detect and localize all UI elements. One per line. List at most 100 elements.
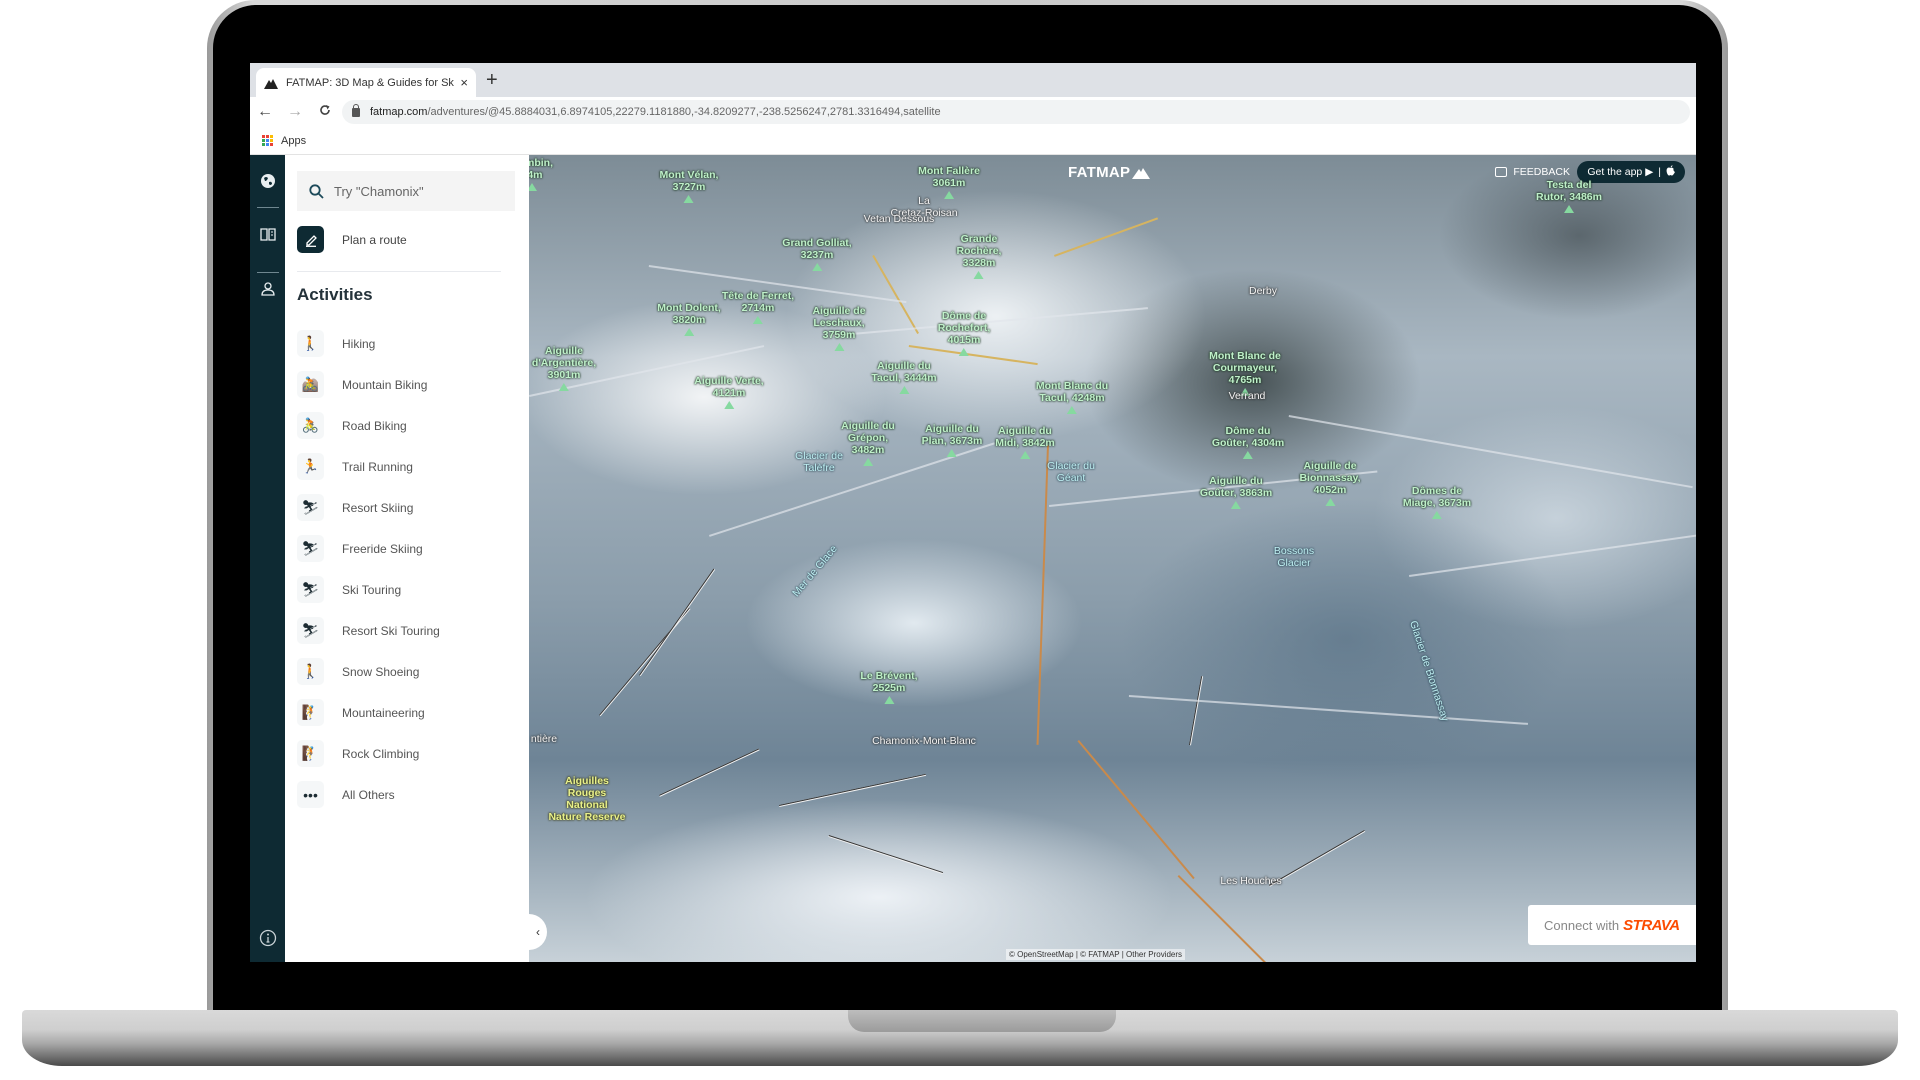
address-bar[interactable]: fatmap.com/adventures/@45.8884031,6.8974…	[342, 100, 1690, 124]
peak-name: Mont Dolent, 3820m	[657, 302, 721, 326]
reload-button[interactable]	[310, 103, 340, 121]
trail-line	[1177, 875, 1293, 962]
peak-label[interactable]: Aiguille de Leschaux, 3759m	[812, 305, 866, 351]
globe-icon[interactable]	[259, 172, 277, 190]
peak-label[interactable]: Dôme de Rochefort, 4015m	[938, 310, 990, 356]
town-label[interactable]: Les Houches	[1220, 875, 1281, 887]
activity-item[interactable]: ••• All Others	[297, 774, 440, 815]
feedback-label: FEEDBACK	[1513, 166, 1570, 178]
activity-item[interactable]: 🚴 Road Biking	[297, 405, 440, 446]
trail-line	[1036, 444, 1049, 745]
activity-label: Ski Touring	[342, 582, 402, 597]
peak-label[interactable]: Testa del Rutor, 3486m	[1536, 179, 1602, 213]
forward-button[interactable]: →	[280, 103, 310, 121]
glacier-label[interactable]: Glacier de Bionnassay	[1407, 619, 1451, 723]
peak-triangle-icon	[899, 386, 909, 394]
peak-label[interactable]: Grande Rochère, 3328m	[957, 233, 1001, 279]
tab-close-icon[interactable]: ×	[460, 75, 468, 90]
hiking-icon: 🚶	[297, 330, 324, 357]
get-app-separator: |	[1658, 166, 1661, 178]
peak-label[interactable]: Aiguille du Goûter, 3863m	[1200, 475, 1272, 509]
fatmap-favicon-icon	[264, 78, 278, 89]
ski-lift-line	[639, 568, 716, 677]
peak-label[interactable]: Aiguille de Bionnassay, 4052m	[1299, 460, 1361, 506]
glacier-label[interactable]: Bossons Glacier	[1274, 545, 1314, 569]
peak-label[interactable]: Dômes de Miage, 3673m	[1403, 485, 1471, 519]
nature-reserve-label[interactable]: Aiguilles Rouges National Nature Reserve	[548, 775, 625, 823]
activity-item[interactable]: 🏃 Trail Running	[297, 446, 440, 487]
peak-label[interactable]: Le Brévent, 2525m	[860, 670, 918, 704]
activity-item[interactable]: 🧗 Mountaineering	[297, 692, 440, 733]
browser-window: FATMAP: 3D Map & Guides for Sk × + ← → f…	[250, 63, 1696, 962]
peak-label[interactable]: Aiguille du Tacul, 3444m	[871, 360, 937, 394]
town-label[interactable]: Derby	[1249, 285, 1277, 297]
activity-item[interactable]: ⛷ Resort Ski Touring	[297, 610, 440, 651]
activity-item[interactable]: ⛷ Ski Touring	[297, 569, 440, 610]
tab-title: FATMAP: 3D Map & Guides for Sk	[286, 76, 454, 89]
nav-rail	[250, 155, 285, 962]
peak-label[interactable]: Mont Blanc du Tacul, 4248m	[1036, 380, 1108, 414]
peak-name: Mont Blanc de Courmayeur, 4765m	[1209, 350, 1281, 386]
peak-label[interactable]: Grand Golliat, 3237m	[782, 237, 852, 271]
peak-triangle-icon	[1020, 451, 1030, 459]
search-input[interactable]	[334, 183, 494, 199]
peak-triangle-icon	[1324, 498, 1335, 506]
glacier-label[interactable]: Glacier de Talèfre	[795, 450, 843, 474]
glacier-label[interactable]: Glacier du Géant	[1047, 460, 1095, 484]
info-icon[interactable]	[259, 929, 277, 947]
peak-label[interactable]: Aiguille Verte, 4121m	[694, 375, 764, 409]
peak-label[interactable]: Aiguille du Plan, 3673m	[922, 423, 982, 457]
book-icon[interactable]	[259, 225, 277, 243]
peak-label[interactable]: Combin, 14m	[529, 157, 553, 191]
ski-lift-line	[828, 835, 944, 874]
peak-label[interactable]: Aiguille du Grépon, 3482m	[841, 420, 895, 466]
peak-label[interactable]: Mont Vélan, 3727m	[660, 169, 718, 203]
peak-label[interactable]: Aiguille d'Argentière, 3901m	[532, 345, 596, 391]
peak-triangle-icon	[1066, 406, 1077, 414]
peak-triangle-icon	[884, 696, 894, 704]
back-button[interactable]: ←	[250, 103, 280, 121]
logo-mountain-icon	[1132, 167, 1151, 179]
chevron-left-icon: ‹	[536, 925, 540, 939]
peak-label[interactable]: Mont Dolent, 3820m	[657, 302, 721, 336]
peak-triangle-icon	[752, 316, 763, 324]
collapse-panel-button[interactable]: ‹	[529, 914, 547, 950]
browser-tab[interactable]: FATMAP: 3D Map & Guides for Sk ×	[256, 68, 476, 97]
search-box[interactable]	[297, 171, 515, 211]
apple-icon	[1666, 165, 1675, 179]
town-label[interactable]: Vetan Dessous	[864, 213, 935, 225]
plan-route-button[interactable]: Plan a route	[297, 226, 407, 253]
town-label[interactable]: Verrand	[1229, 390, 1266, 402]
trail-line	[1077, 740, 1195, 880]
activity-item[interactable]: 🚶 Snow Shoeing	[297, 651, 440, 692]
activity-item[interactable]: ⛷ Resort Skiing	[297, 487, 440, 528]
activity-label: Trail Running	[342, 459, 413, 474]
satellite-map[interactable]: FATMAP FEEDBACK Get the app ▶ | Connect …	[529, 155, 1696, 962]
activity-item[interactable]: 🚶 Hiking	[297, 323, 440, 364]
trail-running-icon: 🏃	[297, 453, 324, 480]
peak-label[interactable]: Mont Fallère 3061m	[918, 165, 980, 199]
peak-triangle-icon	[834, 343, 844, 351]
peak-label[interactable]: Aiguille du Midi, 3842m	[995, 425, 1055, 459]
peak-triangle-icon	[1563, 205, 1574, 213]
activity-item[interactable]: 🧗 Rock Climbing	[297, 733, 440, 774]
peak-label[interactable]: Tête de Ferret, 2714m	[722, 290, 794, 324]
reload-icon	[320, 105, 330, 115]
apps-bookmark[interactable]: Apps	[281, 135, 306, 147]
connect-strava-button[interactable]: Connect with STRAVA	[1528, 905, 1696, 945]
glacier-label[interactable]: Mer de Glace	[790, 543, 840, 599]
new-tab-button[interactable]: +	[486, 69, 498, 91]
peak-triangle-icon	[559, 383, 569, 391]
user-icon[interactable]	[259, 280, 277, 298]
town-label[interactable]: Chamonix-Mont-Blanc	[872, 735, 976, 747]
feedback-button[interactable]: FEEDBACK	[1495, 166, 1570, 178]
peak-triangle-icon	[1431, 511, 1442, 519]
activity-item[interactable]: 🚵 Mountain Biking	[297, 364, 440, 405]
map-attribution[interactable]: © OpenStreetMap | © FATMAP | Other Provi…	[1006, 949, 1186, 960]
peak-name: Combin, 14m	[529, 157, 553, 181]
activity-item[interactable]: ⛷ Freeride Skiing	[297, 528, 440, 569]
feedback-icon	[1495, 167, 1508, 177]
peak-triangle-icon	[1231, 501, 1241, 509]
peak-label[interactable]: Dôme du Goûter, 4304m	[1212, 425, 1284, 459]
town-label[interactable]: ntière	[531, 733, 557, 745]
